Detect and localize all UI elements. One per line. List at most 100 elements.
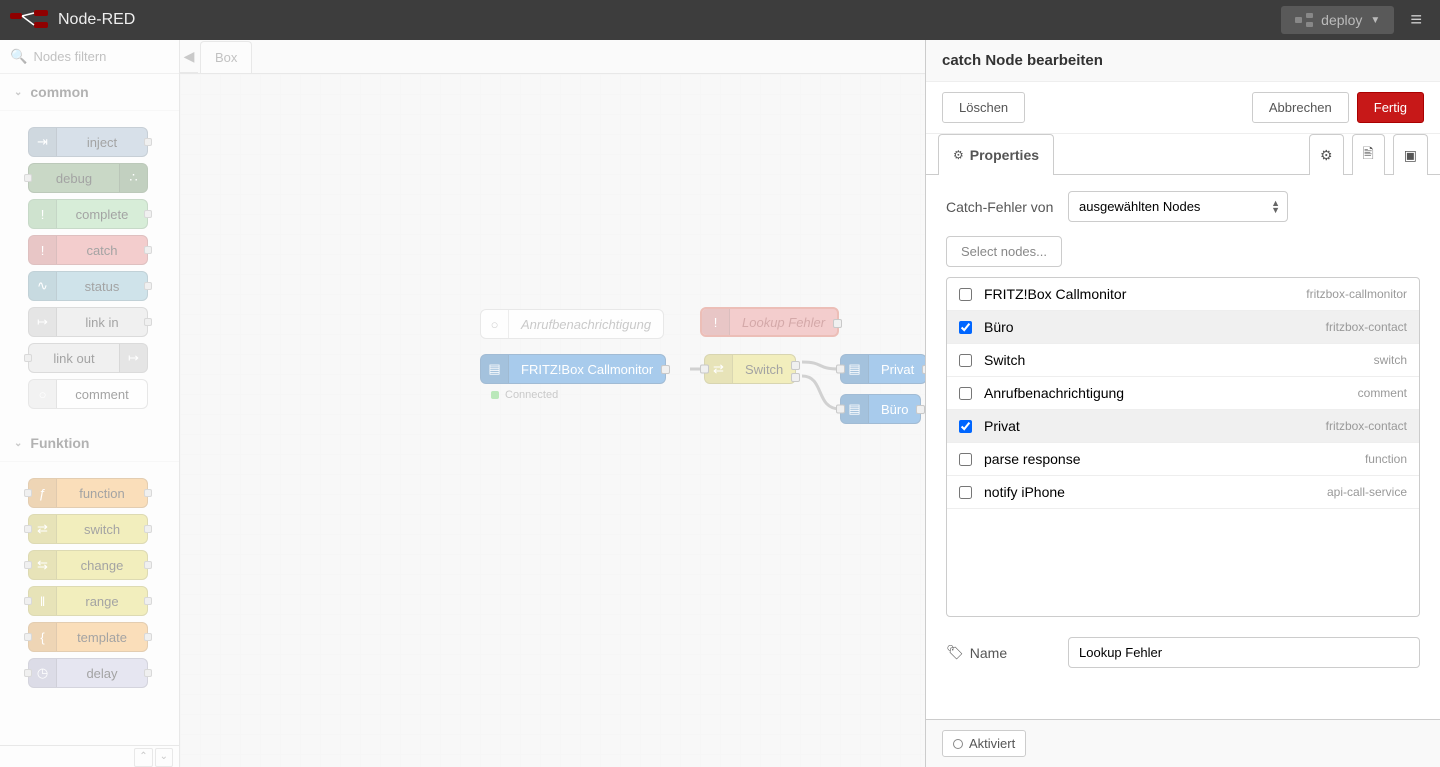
node-type-icon: ∴ bbox=[119, 164, 147, 192]
port-out[interactable] bbox=[144, 138, 152, 146]
palette-search-input[interactable] bbox=[33, 49, 180, 64]
node-checkbox[interactable] bbox=[959, 387, 972, 400]
port-in[interactable] bbox=[836, 405, 845, 414]
palette-category-function[interactable]: ⌄ Funktion bbox=[0, 425, 179, 462]
app-logo: Node-RED bbox=[10, 10, 135, 30]
flow-node-privat[interactable]: ▤ Privat bbox=[840, 354, 927, 384]
port-out[interactable] bbox=[791, 373, 800, 382]
palette-node-catch[interactable]: !catch bbox=[28, 235, 148, 265]
switch-icon: ⇄ bbox=[705, 355, 733, 383]
circle-icon bbox=[953, 739, 963, 749]
node-list-item[interactable]: notify iPhoneapi-call-service bbox=[947, 476, 1419, 509]
hamburger-menu-icon[interactable]: ≡ bbox=[1402, 5, 1430, 36]
flow-node-catch[interactable]: ! Lookup Fehler bbox=[700, 307, 839, 337]
port-out[interactable] bbox=[144, 210, 152, 218]
node-checkbox[interactable] bbox=[959, 420, 972, 433]
node-item-label: Anrufbenachrichtigung bbox=[984, 385, 1124, 401]
tab-properties[interactable]: ⚙ Properties bbox=[938, 134, 1054, 175]
palette-node-range[interactable]: ‖range bbox=[28, 586, 148, 616]
tab-appearance-icon[interactable]: ▣ bbox=[1393, 134, 1428, 175]
cancel-button[interactable]: Abbrechen bbox=[1252, 92, 1349, 123]
palette-node-status[interactable]: ∿status bbox=[28, 271, 148, 301]
palette-node-label: range bbox=[57, 594, 147, 609]
port-in[interactable] bbox=[24, 525, 32, 533]
port-in[interactable] bbox=[836, 365, 845, 374]
palette-node-label: function bbox=[57, 486, 147, 501]
tab-description-icon[interactable]: 🖹 bbox=[1352, 134, 1385, 175]
node-checkbox[interactable] bbox=[959, 453, 972, 466]
deploy-button[interactable]: deploy ▼ bbox=[1281, 6, 1394, 34]
port-in[interactable] bbox=[24, 354, 32, 362]
node-status: Connected bbox=[491, 389, 558, 401]
palette-category-common[interactable]: ⌄ common bbox=[0, 74, 179, 111]
palette-node-function[interactable]: ƒfunction bbox=[28, 478, 148, 508]
port-out[interactable] bbox=[833, 319, 842, 328]
palette-node-label: delay bbox=[57, 666, 147, 681]
node-checkbox[interactable] bbox=[959, 354, 972, 367]
node-list-item[interactable]: parse responsefunction bbox=[947, 443, 1419, 476]
enabled-toggle[interactable]: Aktiviert bbox=[942, 730, 1026, 757]
node-type-icon: ↦ bbox=[29, 308, 57, 336]
palette-search[interactable]: 🔍 bbox=[0, 40, 179, 74]
node-list-item[interactable]: Switchswitch bbox=[947, 344, 1419, 377]
flow-node-switch[interactable]: ⇄ Switch bbox=[704, 354, 796, 384]
node-list-item[interactable]: Privatfritzbox-contact bbox=[947, 410, 1419, 443]
port-in[interactable] bbox=[24, 489, 32, 497]
done-button[interactable]: Fertig bbox=[1357, 92, 1424, 123]
flow-node-callmonitor[interactable]: ▤ FRITZ!Box Callmonitor Connected bbox=[480, 354, 666, 384]
delete-button[interactable]: Löschen bbox=[942, 92, 1025, 123]
palette-node-switch[interactable]: ⇄switch bbox=[28, 514, 148, 544]
node-checkbox[interactable] bbox=[959, 486, 972, 499]
expand-all-icon[interactable]: ⌄ bbox=[155, 748, 173, 767]
palette-node-complete[interactable]: !complete bbox=[28, 199, 148, 229]
scope-select[interactable]: ausgewählten Nodes bbox=[1068, 191, 1288, 222]
port-out[interactable] bbox=[661, 365, 670, 374]
port-out[interactable] bbox=[144, 633, 152, 641]
palette-node-label: change bbox=[57, 558, 147, 573]
palette-node-change[interactable]: ⇆change bbox=[28, 550, 148, 580]
port-in[interactable] bbox=[24, 669, 32, 677]
palette-sidebar: 🔍 ⌄ common ⇥inject∴debug!complete!catch∿… bbox=[0, 40, 180, 767]
node-type-icon: ! bbox=[29, 236, 57, 264]
port-out[interactable] bbox=[144, 246, 152, 254]
port-in[interactable] bbox=[700, 365, 709, 374]
flow-node-buero[interactable]: ▤ Büro bbox=[840, 394, 921, 424]
node-checkbox[interactable] bbox=[959, 288, 972, 301]
tab-settings-icon[interactable]: ⚙ bbox=[1309, 134, 1344, 175]
node-type-icon: ⇄ bbox=[29, 515, 57, 543]
port-in[interactable] bbox=[24, 597, 32, 605]
palette-node-inject[interactable]: ⇥inject bbox=[28, 127, 148, 157]
node-item-label: Privat bbox=[984, 418, 1020, 434]
palette-node-delay[interactable]: ◷delay bbox=[28, 658, 148, 688]
port-out[interactable] bbox=[144, 597, 152, 605]
port-out[interactable] bbox=[144, 282, 152, 290]
palette-node-comment[interactable]: ○comment bbox=[28, 379, 148, 409]
port-out[interactable] bbox=[144, 561, 152, 569]
palette-node-label: catch bbox=[57, 243, 147, 258]
port-in[interactable] bbox=[24, 174, 32, 182]
palette-node-debug[interactable]: ∴debug bbox=[28, 163, 148, 193]
node-checkbox[interactable] bbox=[959, 321, 972, 334]
port-out[interactable] bbox=[144, 669, 152, 677]
node-list-item[interactable]: Bürofritzbox-contact bbox=[947, 311, 1419, 344]
flow-tab[interactable]: Box bbox=[200, 41, 252, 73]
node-list-item[interactable]: FRITZ!Box Callmonitorfritzbox-callmonito… bbox=[947, 278, 1419, 311]
palette-node-link-in[interactable]: ↦link in bbox=[28, 307, 148, 337]
tab-scroll-left[interactable]: ◀ bbox=[180, 40, 198, 73]
port-out[interactable] bbox=[791, 361, 800, 370]
name-input[interactable] bbox=[1068, 637, 1420, 668]
port-out[interactable] bbox=[144, 318, 152, 326]
palette-node-label: debug bbox=[29, 171, 119, 186]
port-out[interactable] bbox=[144, 525, 152, 533]
flow-node-comment[interactable]: ○ Anrufbenachrichtigung bbox=[480, 309, 664, 339]
palette-node-template[interactable]: {template bbox=[28, 622, 148, 652]
tag-icon: 🏷 bbox=[946, 644, 964, 661]
port-out[interactable] bbox=[144, 489, 152, 497]
port-in[interactable] bbox=[24, 561, 32, 569]
node-type-icon: ◷ bbox=[29, 659, 57, 687]
node-list-item[interactable]: Anrufbenachrichtigungcomment bbox=[947, 377, 1419, 410]
port-in[interactable] bbox=[24, 633, 32, 641]
collapse-all-icon[interactable]: ⌃ bbox=[134, 748, 152, 767]
select-nodes-button[interactable]: Select nodes... bbox=[946, 236, 1062, 267]
palette-node-link-out[interactable]: ↦link out bbox=[28, 343, 148, 373]
